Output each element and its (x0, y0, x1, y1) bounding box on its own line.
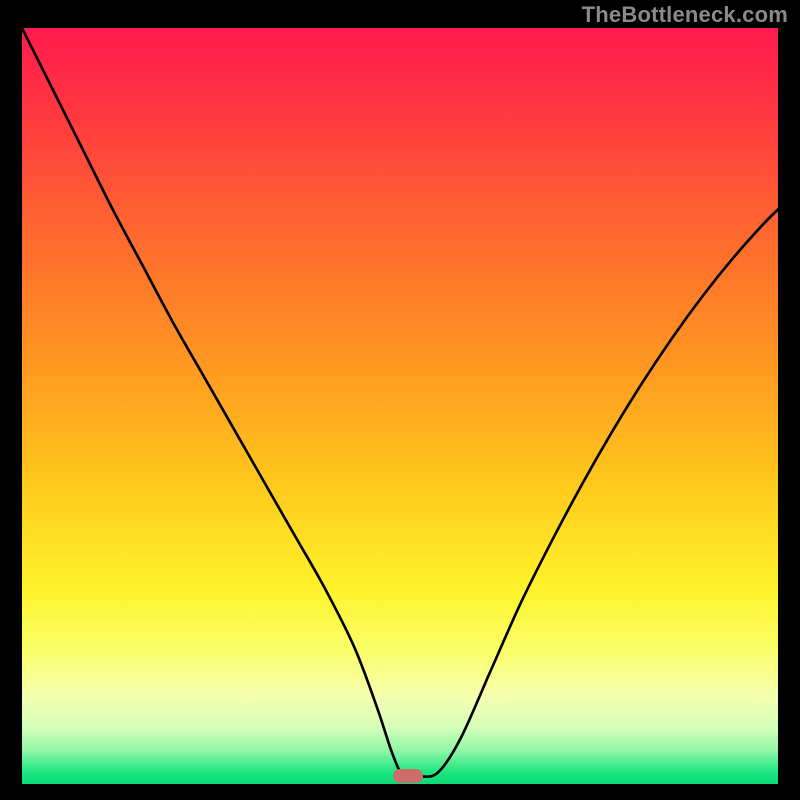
bottleneck-curve (22, 28, 778, 784)
watermark-text: TheBottleneck.com (582, 2, 788, 28)
optimal-marker (393, 769, 423, 783)
chart-frame: TheBottleneck.com (0, 0, 800, 800)
plot-area (22, 28, 778, 784)
